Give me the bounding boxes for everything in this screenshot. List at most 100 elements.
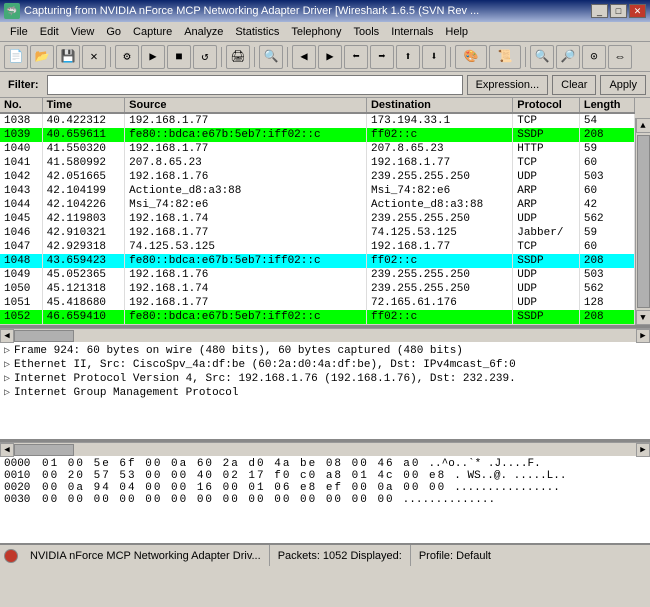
menu-view[interactable]: View xyxy=(65,24,101,40)
col-protocol[interactable]: Protocol xyxy=(513,98,580,113)
zoom-out-button[interactable]: 🔎 xyxy=(556,45,580,69)
col-length[interactable]: Length xyxy=(579,98,634,113)
table-row[interactable]: 1045 42.119803 192.168.1.74 239.255.255.… xyxy=(0,212,635,226)
cell-time: 45.121318 xyxy=(42,282,125,296)
clear-button[interactable]: Clear xyxy=(552,75,596,95)
new-capture-button[interactable]: 📄 xyxy=(4,45,28,69)
table-row[interactable]: 1041 41.580992 207.8.65.23 192.168.1.77 … xyxy=(0,156,635,170)
cell-time: 42.910321 xyxy=(42,226,125,240)
separator-4 xyxy=(287,47,288,67)
zoom-in-button[interactable]: 🔍 xyxy=(530,45,554,69)
detail-scroll-left[interactable]: ◀ xyxy=(0,443,14,457)
detail-row[interactable]: ▷Ethernet II, Src: CiscoSpv_4a:df:be (60… xyxy=(4,358,646,372)
cell-dst: Msi_74:82:e6 xyxy=(366,184,512,198)
close-button[interactable]: ✕ xyxy=(629,4,646,18)
expand-icon[interactable]: ▷ xyxy=(4,345,10,357)
menu-go[interactable]: Go xyxy=(100,24,127,40)
scroll-h-track xyxy=(14,330,636,342)
scroll-h-thumb[interactable] xyxy=(14,330,74,342)
cell-dst: 192.168.1.77 xyxy=(366,240,512,254)
prev-button[interactable]: ⬅ xyxy=(344,45,368,69)
cell-dst: Actionte_d8:a3:88 xyxy=(366,198,512,212)
scroll-right-arrow[interactable]: ▶ xyxy=(636,329,650,343)
capture-options-button[interactable]: ⚙ xyxy=(115,45,139,69)
menu-edit[interactable]: Edit xyxy=(34,24,65,40)
table-row[interactable]: 1050 45.121318 192.168.1.74 239.255.255.… xyxy=(0,282,635,296)
scroll-left-arrow[interactable]: ◀ xyxy=(0,329,14,343)
restart-capture-button[interactable]: ↺ xyxy=(193,45,217,69)
menu-internals[interactable]: Internals xyxy=(385,24,439,40)
menu-telephony[interactable]: Telephony xyxy=(285,24,347,40)
packet-list-hscrollbar[interactable]: ◀ ▶ xyxy=(0,328,650,342)
cell-src: 192.168.1.76 xyxy=(125,170,367,184)
table-row[interactable]: 1052 46.659410 fe80::bdca:e67b:5eb7:iff0… xyxy=(0,310,635,324)
cell-no: 1039 xyxy=(0,128,42,142)
table-row[interactable]: 1047 42.929318 74.125.53.125 192.168.1.7… xyxy=(0,240,635,254)
maximize-button[interactable]: □ xyxy=(610,4,627,18)
table-row[interactable]: 1044 42.104226 Msi_74:82:e6 Actionte_d8:… xyxy=(0,198,635,212)
open-button[interactable]: 📂 xyxy=(30,45,54,69)
table-row[interactable]: 1040 41.550320 192.168.1.77 207.8.65.23 … xyxy=(0,142,635,156)
detail-row[interactable]: ▷Frame 924: 60 bytes on wire (480 bits),… xyxy=(4,344,646,358)
cell-len: 60 xyxy=(579,240,634,254)
find-button[interactable]: 🔍 xyxy=(259,45,283,69)
menu-capture[interactable]: Capture xyxy=(127,24,178,40)
cell-dst: 239.255.255.250 xyxy=(366,212,512,226)
cell-no: 1050 xyxy=(0,282,42,296)
up-button[interactable]: ⬆ xyxy=(396,45,420,69)
print-button[interactable]: 🖨 xyxy=(226,45,250,69)
col-destination[interactable]: Destination xyxy=(366,98,512,113)
table-row[interactable]: 1038 40.422312 192.168.1.77 173.194.33.1… xyxy=(0,113,635,128)
table-row[interactable]: 1051 45.418680 192.168.1.77 72.165.61.17… xyxy=(0,296,635,310)
forward-button[interactable]: ▶ xyxy=(318,45,342,69)
apply-button[interactable]: Apply xyxy=(600,75,646,95)
col-time[interactable]: Time xyxy=(42,98,125,113)
detail-text: Internet Group Management Protocol xyxy=(14,387,238,399)
minimize-button[interactable]: _ xyxy=(591,4,608,18)
table-row[interactable]: 1048 43.659423 fe80::bdca:e67b:5eb7:iff0… xyxy=(0,254,635,268)
table-row[interactable]: 1046 42.910321 192.168.1.77 74.125.53.12… xyxy=(0,226,635,240)
menu-file[interactable]: File xyxy=(4,24,34,40)
back-button[interactable]: ◀ xyxy=(292,45,316,69)
menu-help[interactable]: Help xyxy=(439,24,474,40)
detail-scroll-thumb[interactable] xyxy=(14,444,74,456)
detail-row[interactable]: ▷ Internet Group Management Protocol xyxy=(4,386,646,400)
scroll-thumb[interactable] xyxy=(637,135,650,308)
detail-scroll-right[interactable]: ▶ xyxy=(636,443,650,457)
packet-list-scrollbar[interactable]: ▲ ▼ xyxy=(635,118,650,325)
filter-bar: Filter: Expression... Clear Apply xyxy=(0,72,650,98)
expand-icon[interactable]: ▷ xyxy=(4,387,10,399)
cell-dst: ff02::c xyxy=(366,310,512,324)
cell-dst: 239.255.255.250 xyxy=(366,170,512,184)
detail-hscrollbar[interactable]: ◀ ▶ xyxy=(0,442,650,456)
expand-icon[interactable]: ▷ xyxy=(4,373,10,385)
menu-statistics[interactable]: Statistics xyxy=(229,24,285,40)
menu-analyze[interactable]: Analyze xyxy=(178,24,229,40)
close-capture-button[interactable]: ✕ xyxy=(82,45,106,69)
cell-dst: ff02::c xyxy=(366,128,512,142)
table-row[interactable]: 1049 45.052365 192.168.1.76 239.255.255.… xyxy=(0,268,635,282)
menu-tools[interactable]: Tools xyxy=(348,24,386,40)
expression-button[interactable]: Expression... xyxy=(467,75,549,95)
cell-no: 1052 xyxy=(0,310,42,324)
cell-src: Actionte_d8:a3:88 xyxy=(125,184,367,198)
scroll-up-arrow[interactable]: ▲ xyxy=(636,118,650,133)
resize-columns-button[interactable]: ⇔ xyxy=(608,45,632,69)
table-row[interactable]: 1039 40.659611 fe80::bdca:e67b:5eb7:iff0… xyxy=(0,128,635,142)
next-button[interactable]: ➡ xyxy=(370,45,394,69)
detail-row[interactable]: ▷Internet Protocol Version 4, Src: 192.1… xyxy=(4,372,646,386)
normal-size-button[interactable]: ⊙ xyxy=(582,45,606,69)
save-button[interactable]: 💾 xyxy=(56,45,80,69)
filter-input[interactable] xyxy=(47,75,463,95)
stop-capture-button[interactable]: ■ xyxy=(167,45,191,69)
expand-icon[interactable]: ▷ xyxy=(4,359,10,371)
auto-scroll-button[interactable]: 📜 xyxy=(489,45,521,69)
table-row[interactable]: 1043 42.104199 Actionte_d8:a3:88 Msi_74:… xyxy=(0,184,635,198)
start-capture-button[interactable]: ▶ xyxy=(141,45,165,69)
col-source[interactable]: Source xyxy=(125,98,367,113)
table-row[interactable]: 1042 42.051665 192.168.1.76 239.255.255.… xyxy=(0,170,635,184)
col-no[interactable]: No. xyxy=(0,98,42,113)
down-button[interactable]: ⬇ xyxy=(422,45,446,69)
scroll-down-arrow[interactable]: ▼ xyxy=(636,310,650,325)
colorize-button[interactable]: 🎨 xyxy=(455,45,487,69)
